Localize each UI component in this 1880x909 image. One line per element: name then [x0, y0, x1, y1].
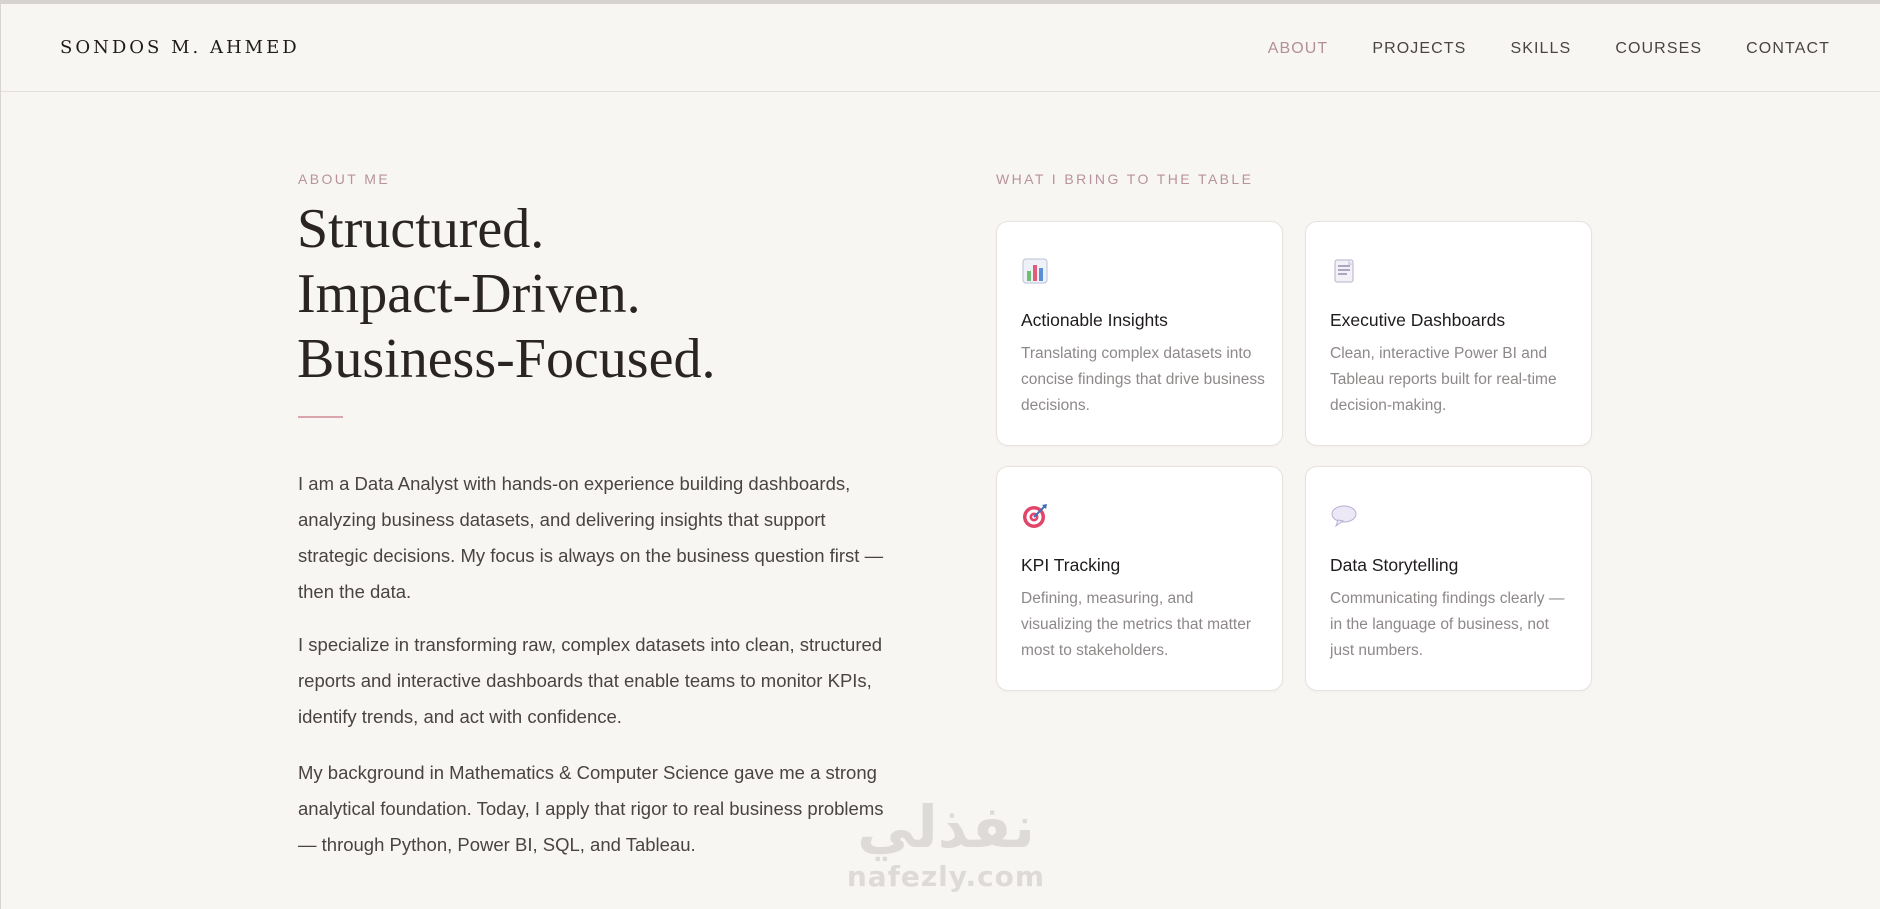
accent-divider [298, 416, 343, 418]
bar-chart-icon [1021, 257, 1049, 285]
main-nav: ABOUT PROJECTS SKILLS COURSES CONTACT [1224, 40, 1830, 58]
card-actionable-insights: Actionable Insights Translating complex … [996, 221, 1283, 446]
card-description: Translating complex datasets into concis… [1021, 345, 1265, 414]
card-description: Clean, interactive Power BI and Tableau … [1330, 345, 1557, 414]
about-paragraph-2: I specialize in transforming raw, comple… [298, 634, 883, 727]
about-eyebrow: ABOUT ME [298, 171, 391, 187]
card-kpi-tracking: KPI Tracking Defining, measuring, and vi… [996, 466, 1283, 691]
card-title: Data Storytelling [1330, 555, 1459, 575]
target-icon [1021, 502, 1049, 530]
about-paragraph-1: I am a Data Analyst with hands-on experi… [298, 473, 884, 602]
page: SONDOS M. AHMED ABOUT PROJECTS SKILLS CO… [0, 0, 1880, 909]
card-title: Executive Dashboards [1330, 310, 1506, 330]
headline-line-2: Impact-Driven. [297, 263, 641, 325]
card-data-storytelling: Data Storytelling Communicating findings… [1305, 466, 1592, 691]
speech-bubble-icon [1330, 502, 1358, 530]
watermark-latin: nafezly.com [846, 860, 1046, 893]
nav-contact[interactable]: CONTACT [1746, 40, 1830, 58]
headline-line-3: Business-Focused. [297, 328, 716, 390]
card-description: Defining, measuring, and visualizing the… [1021, 590, 1252, 659]
site-header: SONDOS M. AHMED ABOUT PROJECTS SKILLS CO… [1, 4, 1880, 92]
nav-projects[interactable]: PROJECTS [1372, 40, 1466, 58]
watermark-arabic: نفذلي [857, 793, 1035, 861]
card-title: KPI Tracking [1021, 555, 1121, 575]
card-executive-dashboards: Executive Dashboards Clean, interactive … [1305, 221, 1592, 446]
card-description: Communicating findings clearly — in the … [1330, 590, 1565, 659]
nav-courses[interactable]: COURSES [1615, 40, 1702, 58]
card-title: Actionable Insights [1021, 310, 1168, 330]
bring-eyebrow: WHAT I BRING TO THE TABLE [996, 171, 1254, 187]
watermark: نفذلي nafezly.com [831, 794, 1061, 894]
about-paragraph-3: My background in Mathematics & Computer … [298, 762, 884, 855]
nav-about[interactable]: ABOUT [1268, 40, 1329, 58]
brand-logo[interactable]: SONDOS M. AHMED [60, 37, 300, 58]
about-headline: Structured. Impact-Driven. Business-Focu… [297, 197, 715, 392]
nav-skills[interactable]: SKILLS [1510, 40, 1571, 58]
report-icon [1330, 257, 1358, 285]
headline-line-1: Structured. [297, 198, 545, 260]
